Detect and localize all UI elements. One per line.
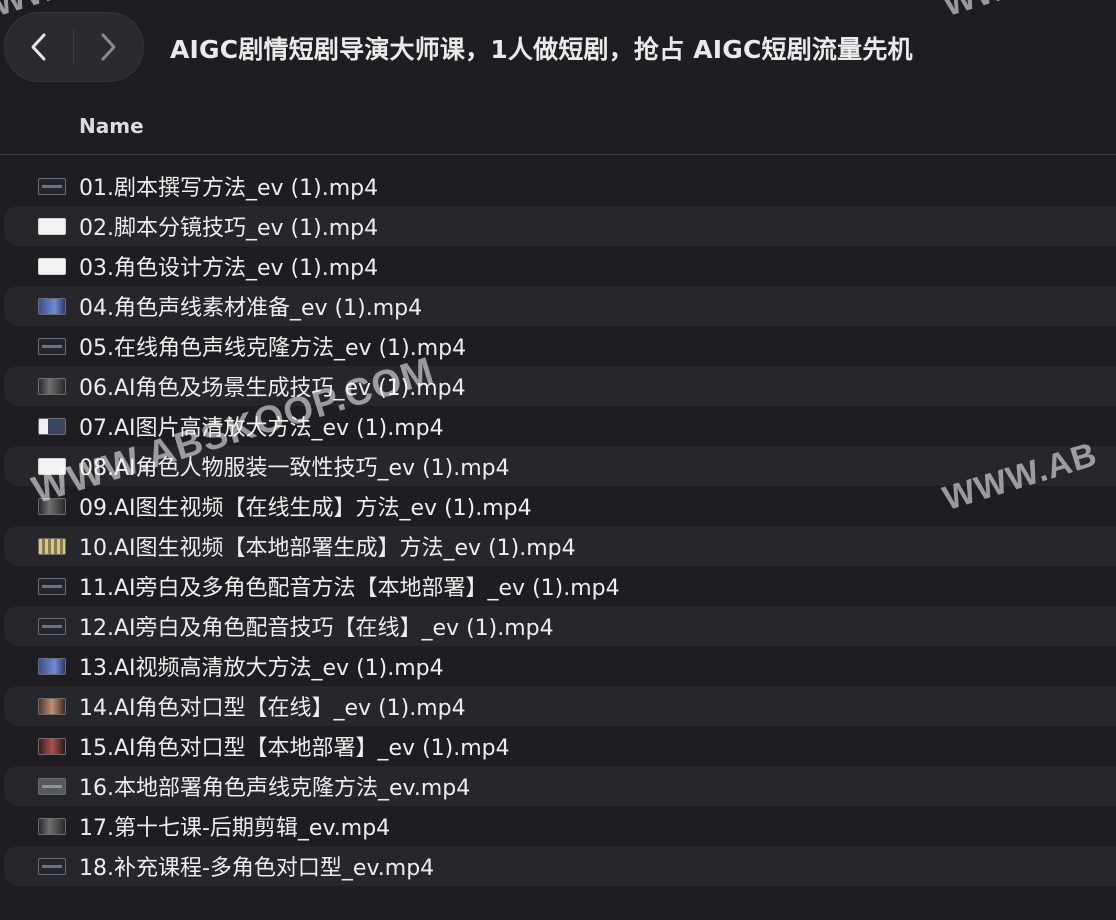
file-row[interactable]: 12.AI旁白及角色配音技巧【在线】_ev (1).mp4 xyxy=(4,606,1116,646)
finder-window: AIGC剧情短剧导演大师课，1人做短剧，抢占 AIGC短剧流量先机 Name 0… xyxy=(0,0,1116,920)
file-row[interactable]: 17.第十七课-后期剪辑_ev.mp4 xyxy=(0,806,1116,846)
video-thumbnail-icon xyxy=(38,617,66,635)
video-thumbnail-icon xyxy=(38,577,66,595)
video-thumbnail-icon xyxy=(38,737,66,755)
file-name: 14.AI角色对口型【在线】_ev (1).mp4 xyxy=(79,696,466,721)
video-thumbnail-icon xyxy=(38,257,66,275)
toolbar: AIGC剧情短剧导演大师课，1人做短剧，抢占 AIGC短剧流量先机 xyxy=(0,0,1116,100)
file-row[interactable]: 10.AI图生视频【本地部署生成】方法_ev (1).mp4 xyxy=(4,526,1116,566)
file-row[interactable]: 08.AI角色人物服装一致性技巧_ev (1).mp4 xyxy=(4,446,1116,486)
video-thumbnail-icon xyxy=(38,417,66,435)
file-row[interactable]: 06.AI角色及场景生成技巧_ev (1).mp4 xyxy=(4,366,1116,406)
file-name: 09.AI图生视频【在线生成】方法_ev (1).mp4 xyxy=(79,496,532,521)
chevron-right-icon xyxy=(101,33,116,61)
file-name: 16.本地部署角色声线克隆方法_ev.mp4 xyxy=(79,776,471,801)
video-thumbnail-icon xyxy=(38,857,66,875)
file-name: 01.剧本撰写方法_ev (1).mp4 xyxy=(79,176,379,201)
video-thumbnail-icon xyxy=(38,657,66,675)
file-row[interactable]: 04.角色声线素材准备_ev (1).mp4 xyxy=(4,286,1116,326)
video-thumbnail-icon xyxy=(38,697,66,715)
window-title: AIGC剧情短剧导演大师课，1人做短剧，抢占 AIGC短剧流量先机 xyxy=(170,35,913,64)
forward-button[interactable] xyxy=(74,13,142,81)
file-row[interactable]: 09.AI图生视频【在线生成】方法_ev (1).mp4 xyxy=(0,486,1116,526)
file-row[interactable]: 16.本地部署角色声线克隆方法_ev.mp4 xyxy=(4,766,1116,806)
video-thumbnail-icon xyxy=(38,377,66,395)
file-name: 08.AI角色人物服装一致性技巧_ev (1).mp4 xyxy=(79,456,510,481)
video-thumbnail-icon xyxy=(38,537,66,555)
file-row[interactable]: 18.补充课程-多角色对口型_ev.mp4 xyxy=(4,846,1116,886)
file-name: 17.第十七课-后期剪辑_ev.mp4 xyxy=(79,816,391,841)
video-thumbnail-icon xyxy=(38,457,66,475)
file-name: 05.在线角色声线克隆方法_ev (1).mp4 xyxy=(79,336,467,361)
column-header: Name xyxy=(0,100,1116,155)
video-thumbnail-icon xyxy=(38,337,66,355)
file-name: 02.脚本分镜技巧_ev (1).mp4 xyxy=(79,216,379,241)
file-row[interactable]: 07.AI图片高清放大方法_ev (1).mp4 xyxy=(0,406,1116,446)
file-row[interactable]: 03.角色设计方法_ev (1).mp4 xyxy=(0,246,1116,286)
file-row[interactable]: 11.AI旁白及多角色配音方法【本地部署】_ev (1).mp4 xyxy=(0,566,1116,606)
file-name: 10.AI图生视频【本地部署生成】方法_ev (1).mp4 xyxy=(79,536,576,561)
file-row[interactable]: 15.AI角色对口型【本地部署】_ev (1).mp4 xyxy=(0,726,1116,766)
file-name: 13.AI视频高清放大方法_ev (1).mp4 xyxy=(79,656,444,681)
video-thumbnail-icon xyxy=(38,497,66,515)
file-list: 01.剧本撰写方法_ev (1).mp4 02.脚本分镜技巧_ev (1).mp4… xyxy=(0,166,1116,886)
file-row[interactable]: 05.在线角色声线克隆方法_ev (1).mp4 xyxy=(0,326,1116,366)
video-thumbnail-icon xyxy=(38,777,66,795)
file-name: 04.角色声线素材准备_ev (1).mp4 xyxy=(79,296,423,321)
file-row[interactable]: 13.AI视频高清放大方法_ev (1).mp4 xyxy=(0,646,1116,686)
column-header-name[interactable]: Name xyxy=(79,114,144,138)
file-name: 03.角色设计方法_ev (1).mp4 xyxy=(79,256,379,281)
video-thumbnail-icon xyxy=(38,297,66,315)
file-name: 06.AI角色及场景生成技巧_ev (1).mp4 xyxy=(79,376,466,401)
file-row[interactable]: 02.脚本分镜技巧_ev (1).mp4 xyxy=(4,206,1116,246)
video-thumbnail-icon xyxy=(38,177,66,195)
file-name: 12.AI旁白及角色配音技巧【在线】_ev (1).mp4 xyxy=(79,616,554,641)
file-row[interactable]: 01.剧本撰写方法_ev (1).mp4 xyxy=(0,166,1116,206)
file-name: 18.补充课程-多角色对口型_ev.mp4 xyxy=(79,856,435,881)
file-name: 15.AI角色对口型【本地部署】_ev (1).mp4 xyxy=(79,736,510,761)
chevron-left-icon xyxy=(31,33,46,61)
back-button[interactable] xyxy=(5,13,73,81)
video-thumbnail-icon xyxy=(38,817,66,835)
file-row[interactable]: 14.AI角色对口型【在线】_ev (1).mp4 xyxy=(4,686,1116,726)
file-name: 07.AI图片高清放大方法_ev (1).mp4 xyxy=(79,416,444,441)
file-name: 11.AI旁白及多角色配音方法【本地部署】_ev (1).mp4 xyxy=(79,576,620,601)
navigation-button-group xyxy=(4,12,144,82)
video-thumbnail-icon xyxy=(38,217,66,235)
